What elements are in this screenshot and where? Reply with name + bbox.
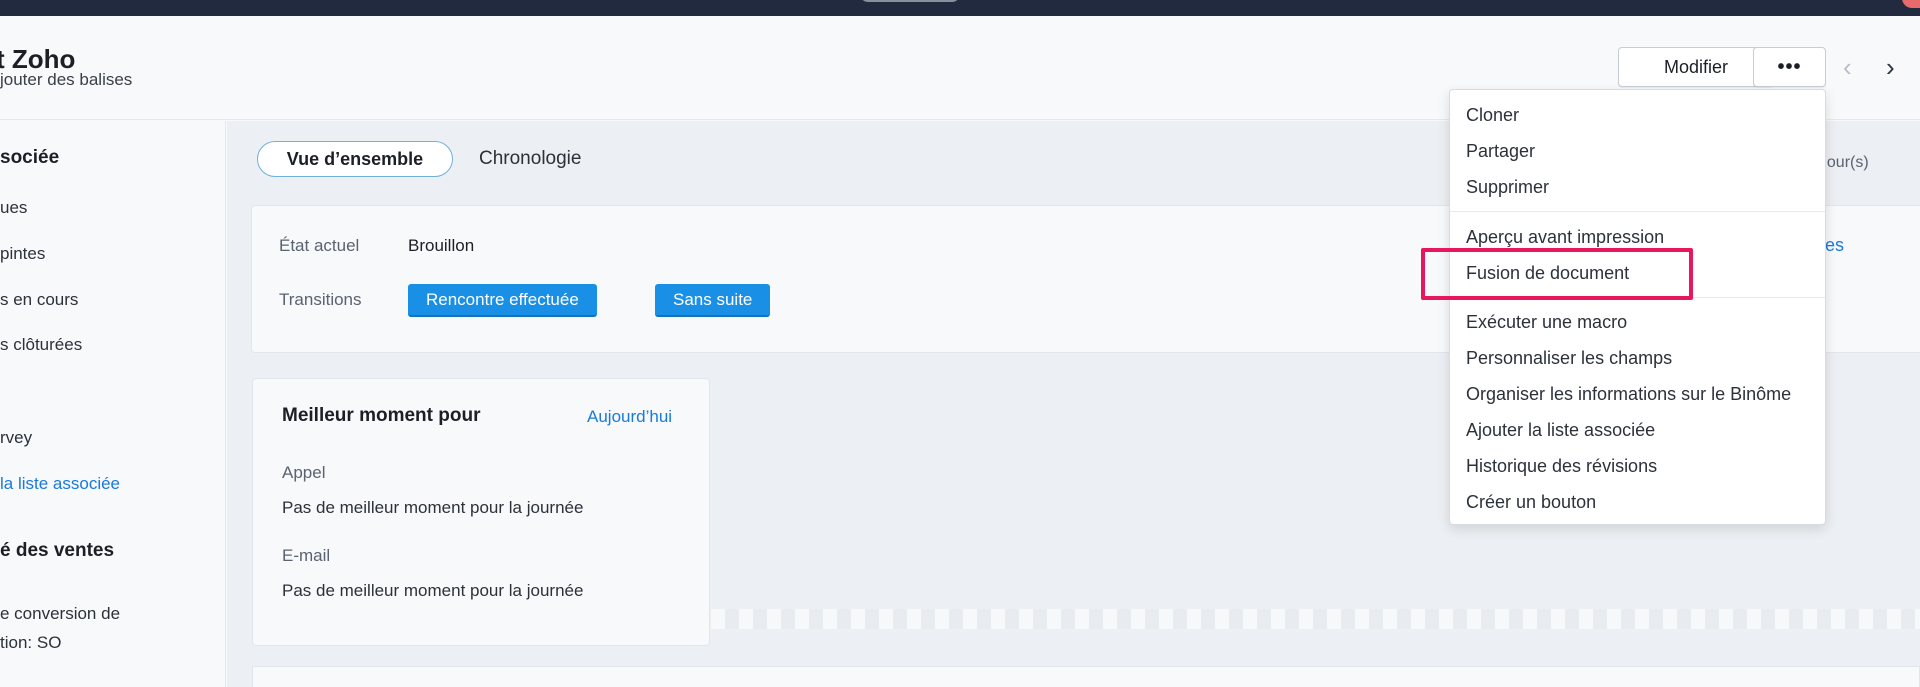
top-bar	[0, 0, 1920, 16]
avatar[interactable]	[1902, 0, 1920, 8]
sidebar-item-survey[interactable]: rvey	[0, 423, 32, 452]
more-actions-button[interactable]: •••	[1753, 47, 1826, 87]
transition-meeting-done-button[interactable]: Rencontre effectuée	[408, 284, 597, 317]
next-card	[252, 666, 1920, 687]
top-bar-notch	[860, 0, 960, 2]
call-label: Appel	[282, 463, 326, 482]
current-state-value: Brouillon	[408, 236, 475, 255]
more-actions-menu: Cloner Partager Supprimer Aperçu avant i…	[1449, 89, 1826, 525]
menu-item-revision-history[interactable]: Historique des révisions	[1466, 454, 1657, 478]
call-value: Pas de meilleur moment pour la journée	[282, 498, 584, 517]
tabs-bar: Vue d’ensemble Chronologie	[227, 121, 627, 183]
email-label: E-mail	[282, 546, 331, 565]
menu-item-clone[interactable]: Cloner	[1466, 103, 1519, 127]
sidebar-item[interactable]: s en cours	[0, 285, 78, 314]
menu-item-delete[interactable]: Supprimer	[1466, 175, 1549, 199]
sidebar-item[interactable]: ues	[0, 193, 27, 222]
best-time-title: Meilleur moment pour	[282, 405, 481, 426]
highlight-box	[1421, 248, 1693, 300]
edit-button[interactable]: Modifier	[1618, 47, 1774, 87]
sidebar-item-conversion-2[interactable]: tion: SO	[0, 628, 61, 657]
menu-item-share[interactable]: Partager	[1466, 139, 1535, 163]
best-time-card: Meilleur moment pour Aujourd’hui Appel P…	[252, 378, 710, 646]
transition-no-follow-up-button[interactable]: Sans suite	[655, 284, 771, 317]
sidebar-item-conversion[interactable]: e conversion de	[0, 599, 120, 628]
related-list-sidebar: sociée ues pintes s en cours s clôturées…	[0, 121, 226, 687]
tab-overview[interactable]: Vue d’ensemble	[257, 141, 453, 177]
sidebar-item[interactable]: pintes	[0, 239, 45, 268]
email-value: Pas de meilleur moment pour la journée	[282, 581, 584, 600]
sidebar-item[interactable]: s clôturées	[0, 330, 82, 359]
transitions-label: Transitions	[279, 290, 362, 309]
menu-item-organize-details[interactable]: Organiser les informations sur le Binôme	[1466, 382, 1791, 406]
add-tags-link[interactable]: jouter des balises	[0, 70, 132, 90]
add-related-list-link[interactable]: la liste associée	[0, 469, 120, 498]
placeholder-strip	[711, 609, 1920, 629]
menu-item-run-macro[interactable]: Exécuter une macro	[1466, 310, 1627, 334]
tab-timeline[interactable]: Chronologie	[479, 141, 581, 177]
menu-item-add-related-list[interactable]: Ajouter la liste associée	[1466, 418, 1655, 442]
current-state-label: État actuel	[279, 236, 360, 255]
today-link[interactable]: Aujourd’hui	[587, 407, 672, 427]
chevron-left-icon[interactable]: ‹	[1843, 52, 1852, 83]
sidebar-heading-related: sociée	[0, 147, 60, 168]
menu-item-print-preview[interactable]: Aperçu avant impression	[1466, 225, 1664, 249]
menu-item-customize-fields[interactable]: Personnaliser les champs	[1466, 346, 1672, 370]
chevron-right-icon[interactable]: ›	[1886, 52, 1895, 83]
menu-divider	[1450, 211, 1825, 212]
sidebar-heading-sales: é des ventes	[0, 540, 115, 561]
menu-item-create-button[interactable]: Créer un bouton	[1466, 490, 1596, 514]
